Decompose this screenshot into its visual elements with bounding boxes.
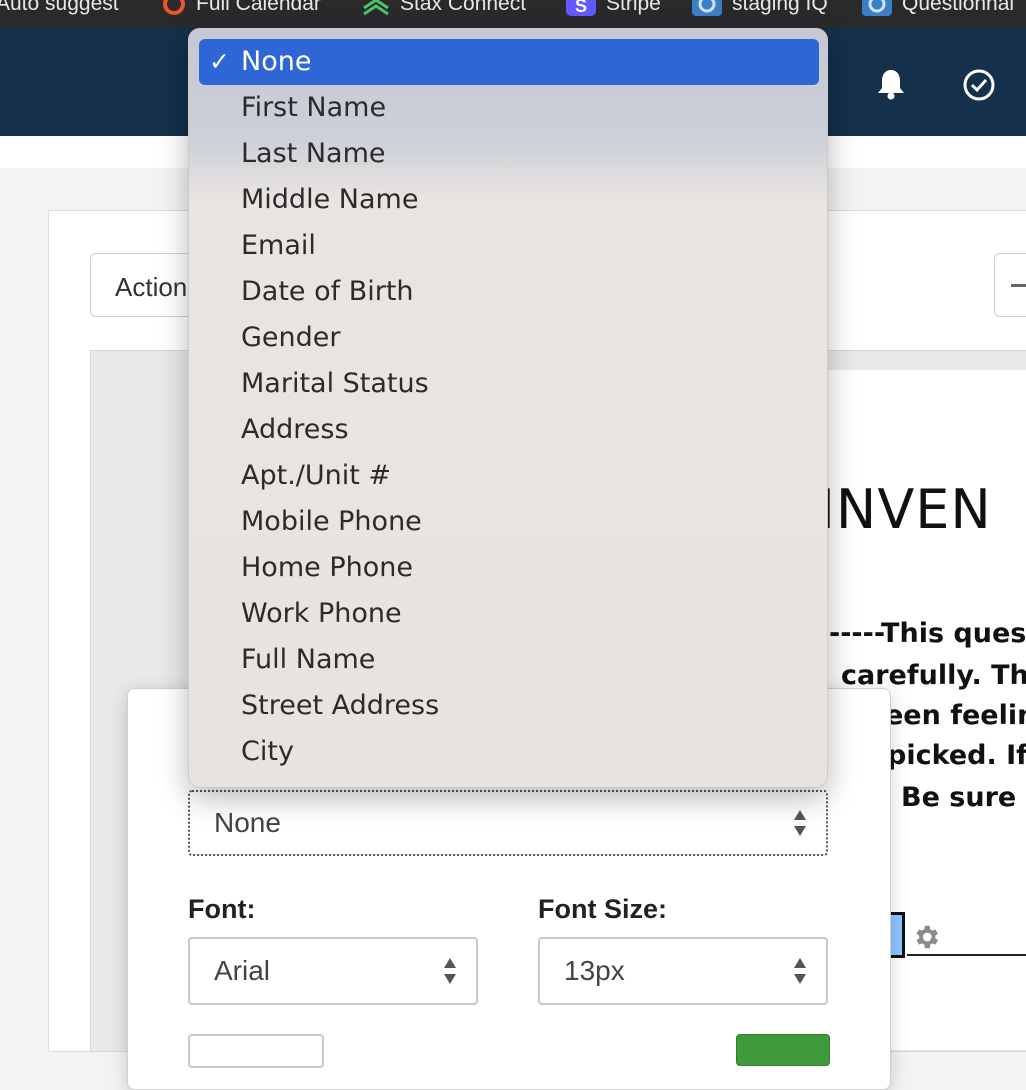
checkmark-icon: ✓ (209, 47, 230, 76)
option-label: Work Phone (241, 598, 402, 629)
dropdown-option[interactable]: Gender (199, 315, 819, 361)
gear-icon[interactable] (911, 922, 941, 952)
option-label: Last Name (241, 138, 386, 169)
minus-icon (1011, 284, 1026, 287)
font-value: Arial (214, 955, 271, 986)
dropdown-option[interactable]: Work Phone (199, 591, 819, 637)
bookmark-stripe[interactable]: S Stripe (566, 0, 661, 16)
bookmark-full-calendar[interactable]: Full Calendar (162, 0, 321, 16)
dropdown-option[interactable]: Middle Name (199, 177, 819, 223)
dropdown-option[interactable]: Date of Birth (199, 269, 819, 315)
bookmark-staging-iq[interactable]: staging IQ (692, 0, 828, 16)
field-mapping-select[interactable]: None (188, 790, 828, 856)
dropdown-option[interactable]: Home Phone (199, 545, 819, 591)
bookmark-auto-suggest[interactable]: Auto suggest (0, 0, 119, 16)
dropdown-option[interactable]: Address (199, 407, 819, 453)
dropdown-option[interactable]: Street Address (199, 683, 819, 729)
bookmark-label: Stripe (606, 0, 661, 15)
field-mapping-dropdown: ✓ None First Name Last Name Middle Name E… (188, 28, 828, 788)
document-title: INVEN (826, 478, 992, 541)
option-label: First Name (241, 92, 387, 123)
option-label: None (241, 46, 312, 77)
option-label: Email (241, 230, 316, 261)
secondary-button[interactable] (188, 1034, 324, 1068)
select-arrows-icon (794, 958, 806, 984)
document-line: carefully. Th (841, 660, 1026, 691)
option-label: Street Address (241, 690, 440, 721)
bookmark-label: Full Calendar (196, 0, 321, 15)
font-select[interactable]: Arial (188, 937, 478, 1005)
font-label: Font: (188, 894, 256, 924)
stripe-s-icon: S (566, 0, 596, 16)
select-arrows-icon (794, 810, 806, 836)
option-label: City (241, 736, 294, 767)
font-size-select[interactable]: 13px (538, 937, 828, 1005)
option-label: Apt./Unit # (241, 460, 392, 491)
field-mapping-value: None (214, 807, 281, 838)
bookmarks-bar: Auto suggest Full Calendar Stax Connect … (0, 0, 1026, 28)
dropdown-option[interactable]: Apt./Unit # (199, 453, 819, 499)
dropdown-option[interactable]: Marital Status (199, 361, 819, 407)
document-line: picked. If (887, 740, 1026, 771)
option-label: Mobile Phone (241, 506, 422, 537)
bookmark-stax-connect[interactable]: Stax Connect (362, 0, 526, 16)
select-arrows-icon (444, 958, 456, 984)
option-label: Address (241, 414, 349, 445)
document-line: Be sure (901, 782, 1017, 813)
dropdown-option[interactable]: Email (199, 223, 819, 269)
dropdown-option[interactable]: Full Name (199, 637, 819, 683)
bookmark-label: Stax Connect (400, 0, 527, 15)
stax-chevrons-icon (363, 0, 389, 16)
bookmark-label: staging IQ (732, 0, 828, 15)
bell-icon[interactable] (876, 68, 906, 100)
font-size-label: Font Size: (538, 894, 667, 924)
bookmark-label: Auto suggest (0, 0, 119, 15)
check-circle-icon[interactable] (962, 68, 996, 102)
svg-text:S: S (575, 0, 587, 16)
zoom-out-button[interactable] (994, 253, 1026, 317)
font-size-value: 13px (564, 955, 625, 986)
dropdown-option[interactable]: First Name (199, 85, 819, 131)
bookmark-questionnaire[interactable]: Questionnai (862, 0, 1014, 16)
option-label: Gender (241, 322, 341, 353)
iq-icon (862, 0, 892, 16)
iq-icon (692, 0, 722, 16)
bookmark-label: Questionnai (902, 0, 1015, 15)
dropdown-option-none[interactable]: ✓ None (199, 39, 819, 85)
option-label: Marital Status (241, 368, 429, 399)
option-label: Date of Birth (241, 276, 414, 307)
signature-line (907, 954, 1026, 956)
option-label: Middle Name (241, 184, 419, 215)
option-label: Home Phone (241, 552, 413, 583)
document-line: een feelin (885, 700, 1026, 731)
document-line: -----This ques (829, 618, 1026, 649)
q-orange-icon (163, 0, 185, 15)
save-button[interactable] (736, 1034, 830, 1066)
dropdown-option[interactable]: Last Name (199, 131, 819, 177)
option-label: Full Name (241, 644, 376, 675)
dropdown-option[interactable]: Mobile Phone (199, 499, 819, 545)
dropdown-option[interactable]: City (199, 729, 819, 775)
